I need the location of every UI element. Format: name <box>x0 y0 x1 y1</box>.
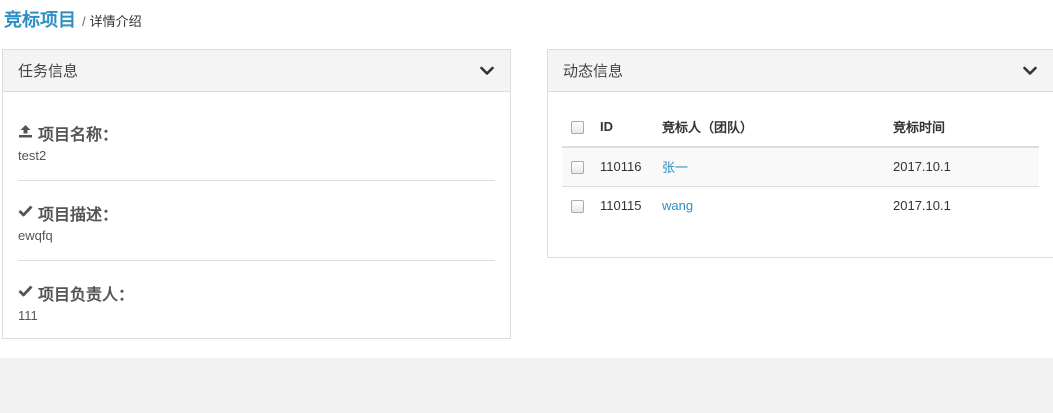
info-value: ewqfq <box>18 228 53 243</box>
info-item-project-owner: 项目负责人： 111 <box>18 260 495 340</box>
table-header-row: ID 竞标人（团队） 竞标时间 <box>562 106 1039 147</box>
check-icon <box>18 204 38 222</box>
dynamic-info-header: 动态信息 <box>548 50 1053 92</box>
upload-icon <box>18 124 38 143</box>
select-all-cell <box>562 106 600 147</box>
row-select-cell <box>562 186 600 225</box>
row-select-cell <box>562 147 600 186</box>
info-label: 项目负责人： <box>38 287 135 304</box>
breadcrumb-separator: / <box>82 14 86 29</box>
check-icon <box>18 284 38 302</box>
table-row: 110116 张一 2017.10.1 <box>562 147 1039 186</box>
info-item-project-name: 项目名称： test2 <box>18 118 495 180</box>
bidder-link[interactable]: wang <box>662 198 693 213</box>
select-all-checkbox[interactable] <box>571 120 584 134</box>
task-info-body: 项目名称： test2 项目描述： ewqfq 项目负责人： 111 <box>3 92 510 340</box>
cell-id: 110116 <box>600 159 642 175</box>
cell-time: 2017.10.1 <box>893 198 951 214</box>
task-info-header: 任务信息 <box>3 50 510 92</box>
dynamic-info-panel: 动态信息 ID 竞标人（团队） 竞标时间 110116 张一 2017.10.1 <box>547 49 1053 258</box>
dynamic-info-title: 动态信息 <box>563 63 624 80</box>
info-label: 项目描述： <box>38 207 119 224</box>
cell-bidder: 张一 <box>662 147 893 186</box>
task-info-title: 任务信息 <box>18 63 79 80</box>
info-value: 111 <box>18 308 38 323</box>
bids-table: ID 竞标人（团队） 竞标时间 110116 张一 2017.10.1 1101… <box>562 106 1039 225</box>
row-checkbox[interactable] <box>571 200 584 214</box>
breadcrumb-root[interactable]: 竞标项目 <box>4 6 76 32</box>
column-header-id[interactable]: ID <box>600 106 662 147</box>
task-info-panel: 任务信息 项目名称： test2 项目描述： ewqfq 项目负责人： 111 <box>2 49 511 339</box>
chevron-down-icon[interactable] <box>478 62 496 80</box>
info-label-row: 项目负责人： <box>18 282 495 304</box>
cell-time: 2017.10.1 <box>893 159 951 175</box>
bids-table-wrap: ID 竞标人（团队） 竞标时间 110116 张一 2017.10.1 1101… <box>548 92 1053 225</box>
breadcrumb-current: 详情介绍 <box>89 14 142 29</box>
info-label-row: 项目名称： <box>18 122 495 144</box>
info-value: test2 <box>18 148 47 163</box>
table-row: 110115 wang 2017.10.1 <box>562 186 1039 225</box>
cell-bidder: wang <box>662 186 893 225</box>
column-header-bidder[interactable]: 竞标人（团队） <box>662 106 893 147</box>
cell-id: 110115 <box>600 198 642 214</box>
breadcrumb: 竞标项目 / 详情介绍 <box>4 6 142 30</box>
info-item-project-desc: 项目描述： ewqfq <box>18 180 495 260</box>
bidder-link[interactable]: 张一 <box>662 160 688 175</box>
row-checkbox[interactable] <box>571 161 584 175</box>
chevron-down-icon[interactable] <box>1021 62 1039 80</box>
info-label: 项目名称： <box>38 127 119 144</box>
footer-area <box>0 358 1053 413</box>
info-label-row: 项目描述： <box>18 202 495 224</box>
column-header-time[interactable]: 竞标时间 <box>893 106 1039 147</box>
